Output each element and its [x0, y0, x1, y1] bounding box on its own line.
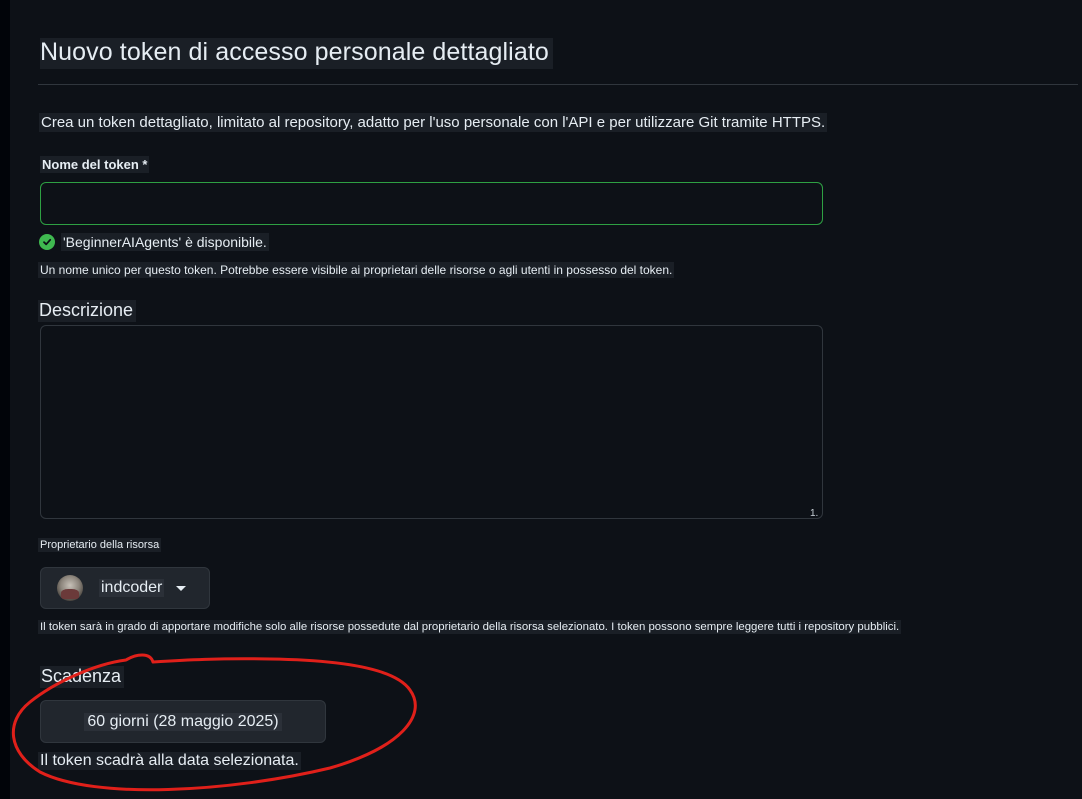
left-edge [0, 0, 10, 799]
token-name-label: Nome del token * [40, 156, 150, 173]
resource-owner-dropdown[interactable]: indcoder [40, 567, 210, 609]
description-textarea[interactable] [40, 325, 823, 519]
resource-owner-label: Proprietario della risorsa [38, 538, 162, 552]
availability-text: 'BeginnerAIAgents' è disponibile. [61, 233, 269, 251]
token-name-hint: Un nome unico per questo token. Potrebbe… [38, 262, 675, 278]
check-circle-icon [39, 234, 55, 250]
expiration-hint: Il token scadrà alla data selezionata. [38, 752, 301, 770]
page-lead: Crea un token dettagliato, limitato al r… [39, 113, 828, 132]
caret-down-icon [176, 585, 187, 591]
token-name-input[interactable] [40, 182, 823, 225]
page-title: Nuovo token di accesso personale dettagl… [40, 38, 553, 69]
expiration-dropdown[interactable]: 60 giorni (28 maggio 2025) [40, 700, 326, 743]
title-divider [38, 84, 1078, 85]
resource-owner-name: indcoder [99, 579, 165, 597]
avatar [57, 575, 83, 601]
textarea-resize-handle[interactable]: 1. [810, 508, 818, 519]
resource-owner-hint: Il token sarà in grado di apportare modi… [38, 620, 902, 634]
expiration-value: 60 giorni (28 maggio 2025) [84, 712, 282, 731]
expiration-label: Scadenza [40, 666, 125, 688]
availability-message: 'BeginnerAIAgents' è disponibile. [39, 233, 269, 251]
description-label: Descrizione [38, 300, 137, 322]
page: Nuovo token di accesso personale dettagl… [0, 0, 1082, 799]
